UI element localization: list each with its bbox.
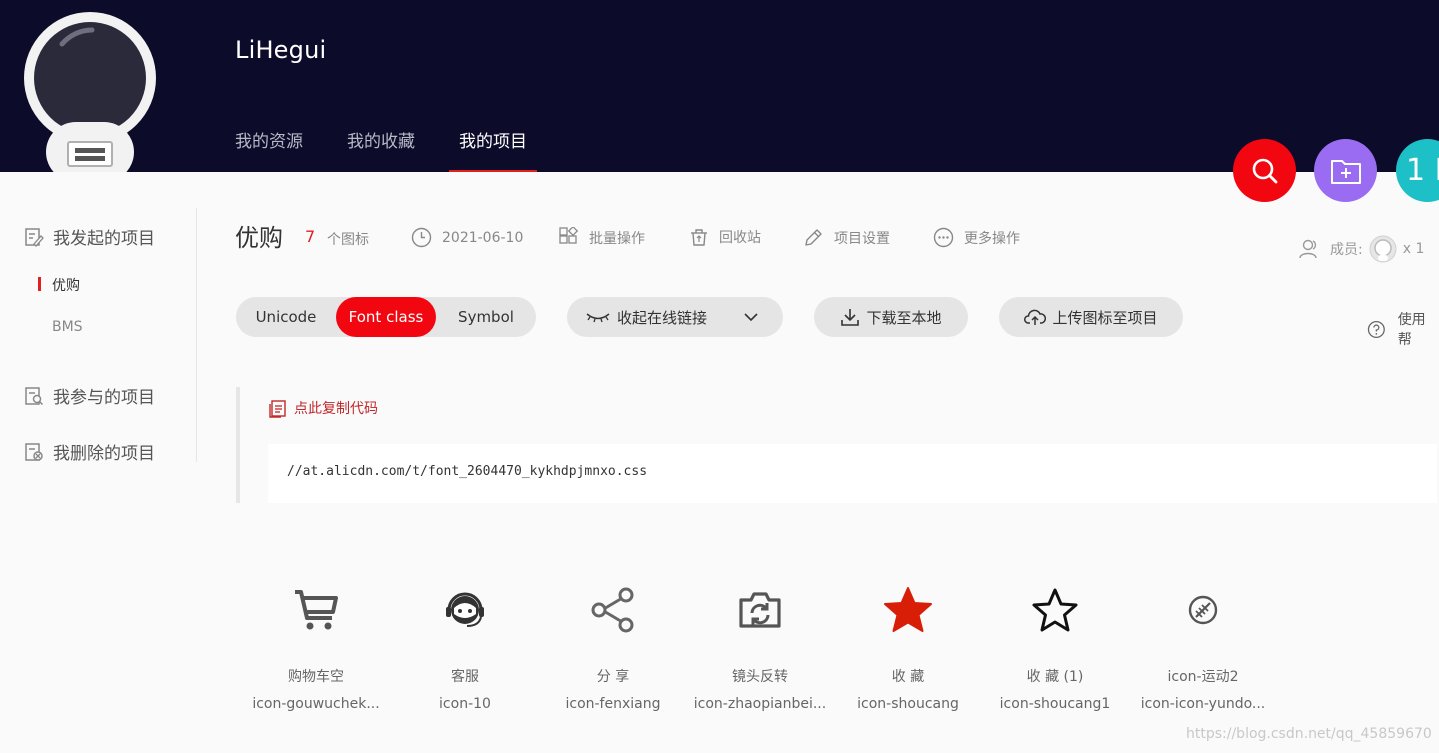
customer-service-icon	[446, 592, 484, 627]
icon-class: icon-shoucang1	[999, 696, 1111, 712]
project-settings-button[interactable]: 项目设置	[803, 227, 890, 248]
icon-name: icon-运动2	[1167, 669, 1239, 685]
icon-count: 7	[305, 227, 316, 246]
help-link[interactable]: 使用帮	[1367, 309, 1439, 349]
edit-doc-icon	[25, 227, 44, 247]
project-sidebar: 我发起的项目 优购 BMS 我参与的项目 我删除的项目	[0, 208, 197, 464]
sidebar-initiated-projects[interactable]: 我发起的项目	[24, 224, 155, 249]
camera-flip-icon	[739, 592, 781, 628]
icon-item-fenxiang[interactable]: 分 享 icon-fenxiang	[543, 580, 683, 712]
help-label: 使用帮	[1397, 312, 1426, 348]
icon-class: icon-fenxiang	[565, 696, 661, 712]
sidebar-participated-label: 我参与的项目	[53, 388, 155, 408]
project-date-text: 2021-06-10	[442, 229, 524, 246]
sidebar-item-youmai[interactable]: 优购	[52, 275, 80, 295]
members-count: x 1	[1402, 241, 1425, 257]
sidebar-item-bms[interactable]: BMS	[52, 319, 83, 335]
icon-item-shoucang[interactable]: 收 藏 icon-shoucang	[838, 580, 978, 712]
add-folder-icon	[1330, 159, 1361, 184]
code-section: 点此复制代码 //at.alicdn.com/t/font_2604470_ky…	[236, 387, 1439, 503]
more-operations-label: 更多操作	[964, 230, 1020, 247]
football-icon	[1188, 595, 1218, 625]
project-members[interactable]: 成员: x 1	[1299, 235, 1424, 263]
icon-class: icon-shoucang	[857, 696, 959, 712]
profile-nav: 我的资源 我的收藏 我的项目	[235, 128, 571, 172]
project-settings-label: 项目设置	[834, 230, 890, 247]
sidebar-initiated-label: 我发起的项目	[53, 229, 155, 249]
grid-icon	[559, 227, 579, 244]
icon-name: 客服	[451, 669, 479, 685]
search-doc-icon	[25, 386, 44, 405]
icon-item-shoucang1[interactable]: 收 藏 (1) icon-shoucang1	[985, 580, 1125, 712]
sidebar-deleted-projects[interactable]: 我删除的项目	[24, 439, 155, 464]
share-icon	[591, 587, 634, 633]
tab-my-resources[interactable]: 我的资源	[235, 128, 303, 172]
icon-item-zhaopianbei[interactable]: 镜头反转 icon-zhaopianbei...	[690, 580, 830, 712]
icon-name: 购物车空	[288, 669, 344, 685]
download-icon	[841, 309, 860, 326]
tab-unicode[interactable]: Unicode	[236, 297, 336, 337]
new-project-fab-button[interactable]	[1314, 139, 1377, 202]
collapse-online-link-label: 收起在线链接	[616, 308, 707, 327]
cloud-upload-icon	[1024, 309, 1047, 325]
deleted-doc-icon	[25, 442, 43, 461]
profile-header: LiHegui 我的资源 我的收藏 我的项目	[0, 0, 1439, 172]
tab-symbol[interactable]: Symbol	[436, 297, 536, 337]
icon-count-unit: 个图标	[327, 232, 369, 248]
batch-operation-button[interactable]: 批量操作	[558, 227, 645, 248]
code-format-tabs: Unicode Font class Symbol	[236, 297, 536, 337]
recycle-bin-icon	[691, 229, 707, 246]
copy-doc-icon	[269, 399, 286, 418]
sidebar-deleted-label: 我删除的项目	[53, 444, 155, 464]
star-outline-icon	[1032, 588, 1078, 632]
icon-class: icon-icon-yundo...	[1140, 696, 1266, 712]
pencil-icon	[805, 229, 822, 246]
project-date: 2021-06-10	[411, 227, 523, 248]
star-filled-icon	[884, 587, 932, 632]
icon-name: 收 藏 (1)	[1026, 669, 1084, 685]
shopping-cart-icon	[295, 590, 338, 630]
icon-class: icon-gouwuchek...	[252, 696, 380, 712]
more-dots-icon	[933, 227, 954, 248]
icon-name: 分 享	[596, 669, 630, 685]
chevron-down-icon	[744, 313, 758, 322]
closed-eye-icon	[586, 313, 610, 323]
icon-item-yundong2[interactable]: icon-运动2 icon-icon-yundo...	[1133, 580, 1273, 712]
member-avatar	[1369, 235, 1397, 263]
upload-icon-label: 上传图标至项目	[1052, 308, 1158, 327]
recycle-bin-label: 回收站	[719, 230, 761, 246]
icon-name: 镜头反转	[732, 669, 788, 685]
search-fab-button[interactable]	[1233, 139, 1296, 202]
collapse-online-link-button[interactable]: 收起在线链接	[567, 297, 783, 337]
help-icon	[1367, 320, 1385, 338]
icon-class: icon-zhaopianbei...	[693, 696, 827, 712]
search-icon	[1252, 158, 1277, 183]
project-title: 优购	[235, 224, 283, 252]
active-project-marker	[38, 277, 41, 291]
username: LiHegui	[235, 36, 327, 64]
icon-class: icon-10	[439, 696, 491, 712]
batch-operation-label: 批量操作	[589, 230, 645, 247]
tab-my-projects[interactable]: 我的项目	[449, 128, 537, 172]
upload-icon-button[interactable]: 上传图标至项目	[999, 297, 1183, 337]
astronaut-avatar	[22, 10, 158, 172]
sidebar-participated-projects[interactable]: 我参与的项目	[24, 383, 155, 408]
copy-code-button[interactable]: 点此复制代码	[268, 398, 378, 418]
more-operations-button[interactable]: 更多操作	[933, 227, 1020, 248]
download-local-label: 下载至本地	[866, 308, 942, 327]
icon-name: 收 藏	[891, 669, 925, 685]
clock-icon	[411, 227, 432, 248]
css-link-code[interactable]: //at.alicdn.com/t/font_2604470_kykhdpjmn…	[268, 444, 1437, 503]
tab-my-favorites[interactable]: 我的收藏	[347, 128, 415, 172]
icon-item-gouwuche[interactable]: 购物车空 icon-gouwuchek...	[246, 580, 386, 712]
copy-code-label: 点此复制代码	[294, 401, 378, 417]
members-icon	[1299, 239, 1317, 259]
watermark: https://blog.csdn.net/qq_45859670	[1186, 726, 1432, 742]
recycle-bin-button[interactable]: 回收站	[689, 227, 761, 247]
members-label: 成员:	[1330, 242, 1363, 258]
tab-font-class[interactable]: Font class	[336, 297, 436, 337]
icon-item-kefu[interactable]: 客服 icon-10	[395, 580, 535, 712]
download-local-button[interactable]: 下载至本地	[814, 297, 968, 337]
